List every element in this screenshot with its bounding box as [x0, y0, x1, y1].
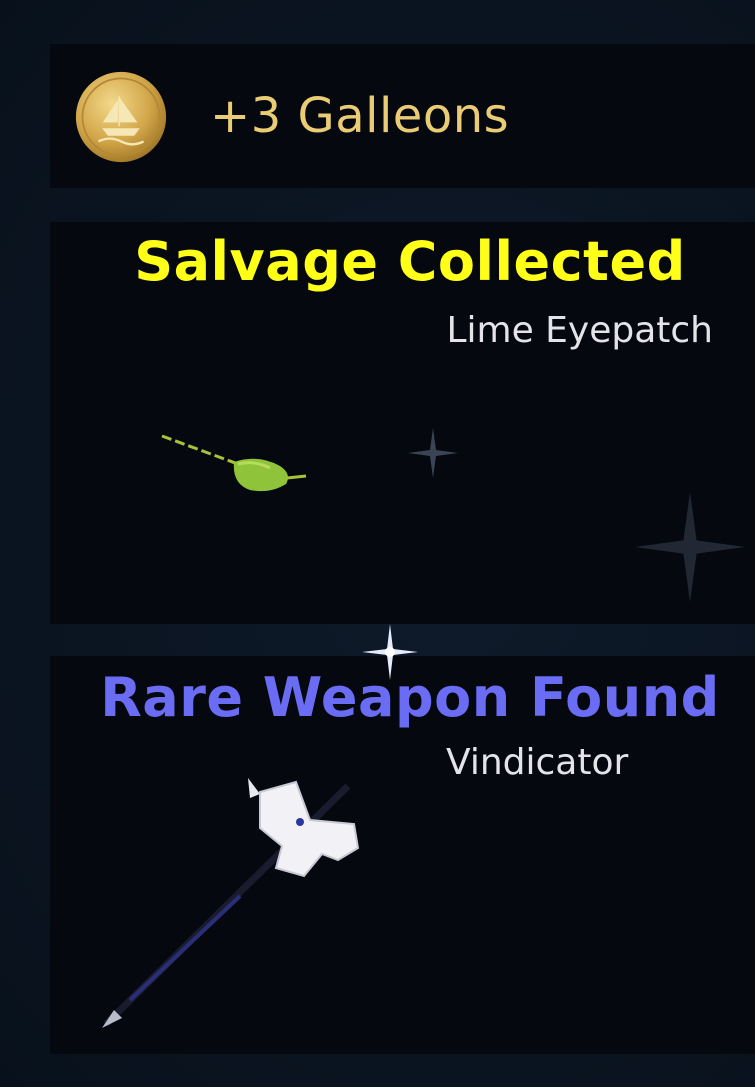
salvage-title: Salvage Collected	[134, 230, 686, 293]
salvage-rewards-screen: { "galleons": { "amount_label": "+3 Gall…	[0, 0, 755, 1087]
gold-coin-icon	[75, 71, 167, 163]
lime-eyepatch-icon	[161, 434, 307, 492]
sparkle-icon	[362, 624, 418, 680]
vindicator-halberd-icon	[102, 778, 360, 1028]
salvage-collected-panel: Salvage Collected Lime Eyepatch	[50, 222, 755, 624]
sparkle-icon	[408, 428, 458, 478]
weapon-item-name: Vindicator	[446, 742, 629, 783]
sparkle-icon	[635, 492, 745, 602]
galleons-amount: +3 Galleons	[210, 88, 510, 144]
galleons-reward-panel: +3 Galleons	[50, 44, 755, 188]
rare-weapon-panel: Rare Weapon Found Vindicator	[50, 656, 755, 1054]
salvage-item-name: Lime Eyepatch	[446, 310, 713, 351]
